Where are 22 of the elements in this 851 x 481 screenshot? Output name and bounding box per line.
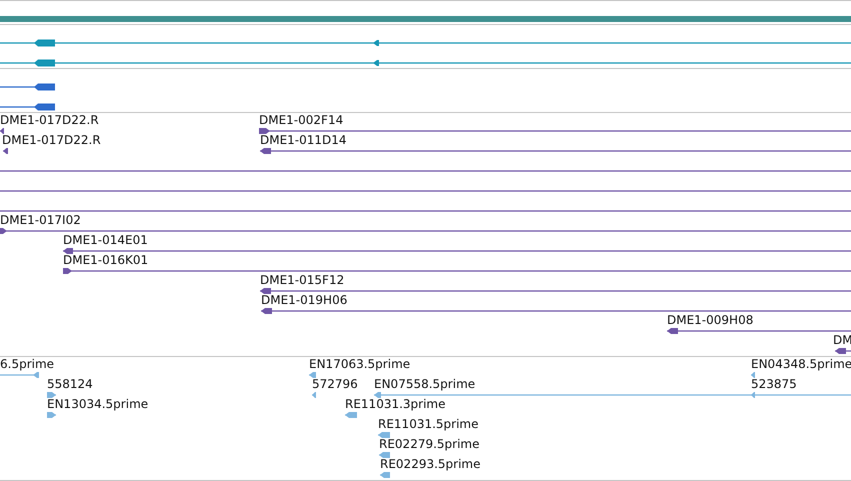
- feature-label: EN07558.5prime: [374, 377, 476, 391]
- feature-label: DME1-015F12: [260, 273, 344, 287]
- feature-label: 558124: [47, 377, 93, 391]
- feature-label: DME1-002F14: [259, 113, 344, 127]
- feature-label: EN17063.5prime: [309, 357, 410, 371]
- feature-label: DME1-016K01: [63, 253, 148, 267]
- feature-label: RE02293.5prime: [380, 457, 480, 471]
- feature-label: 523875: [751, 377, 797, 391]
- feature-label: DM: [833, 333, 851, 347]
- feature-label: DME1-017D22.R: [0, 113, 99, 127]
- feature-label: DME1-011D14: [260, 133, 347, 147]
- feature-label: RE11031.5prime: [378, 417, 478, 431]
- feature-label: RE11031.3prime: [345, 397, 446, 411]
- feature-label: DME1-017D22.R: [2, 133, 101, 147]
- feature-label: DME1-019H06: [261, 293, 348, 307]
- feature-label: DME1-009H08: [667, 313, 754, 327]
- feature-label: DME1-014E01: [63, 233, 148, 247]
- feature-label: 6.5prime: [0, 357, 54, 371]
- feature-label: EN13034.5prime: [47, 397, 148, 411]
- feature-label: 572796: [312, 377, 358, 391]
- feature-label: DME1-017I02: [0, 213, 81, 227]
- feature-label: RE02279.5prime: [379, 437, 480, 451]
